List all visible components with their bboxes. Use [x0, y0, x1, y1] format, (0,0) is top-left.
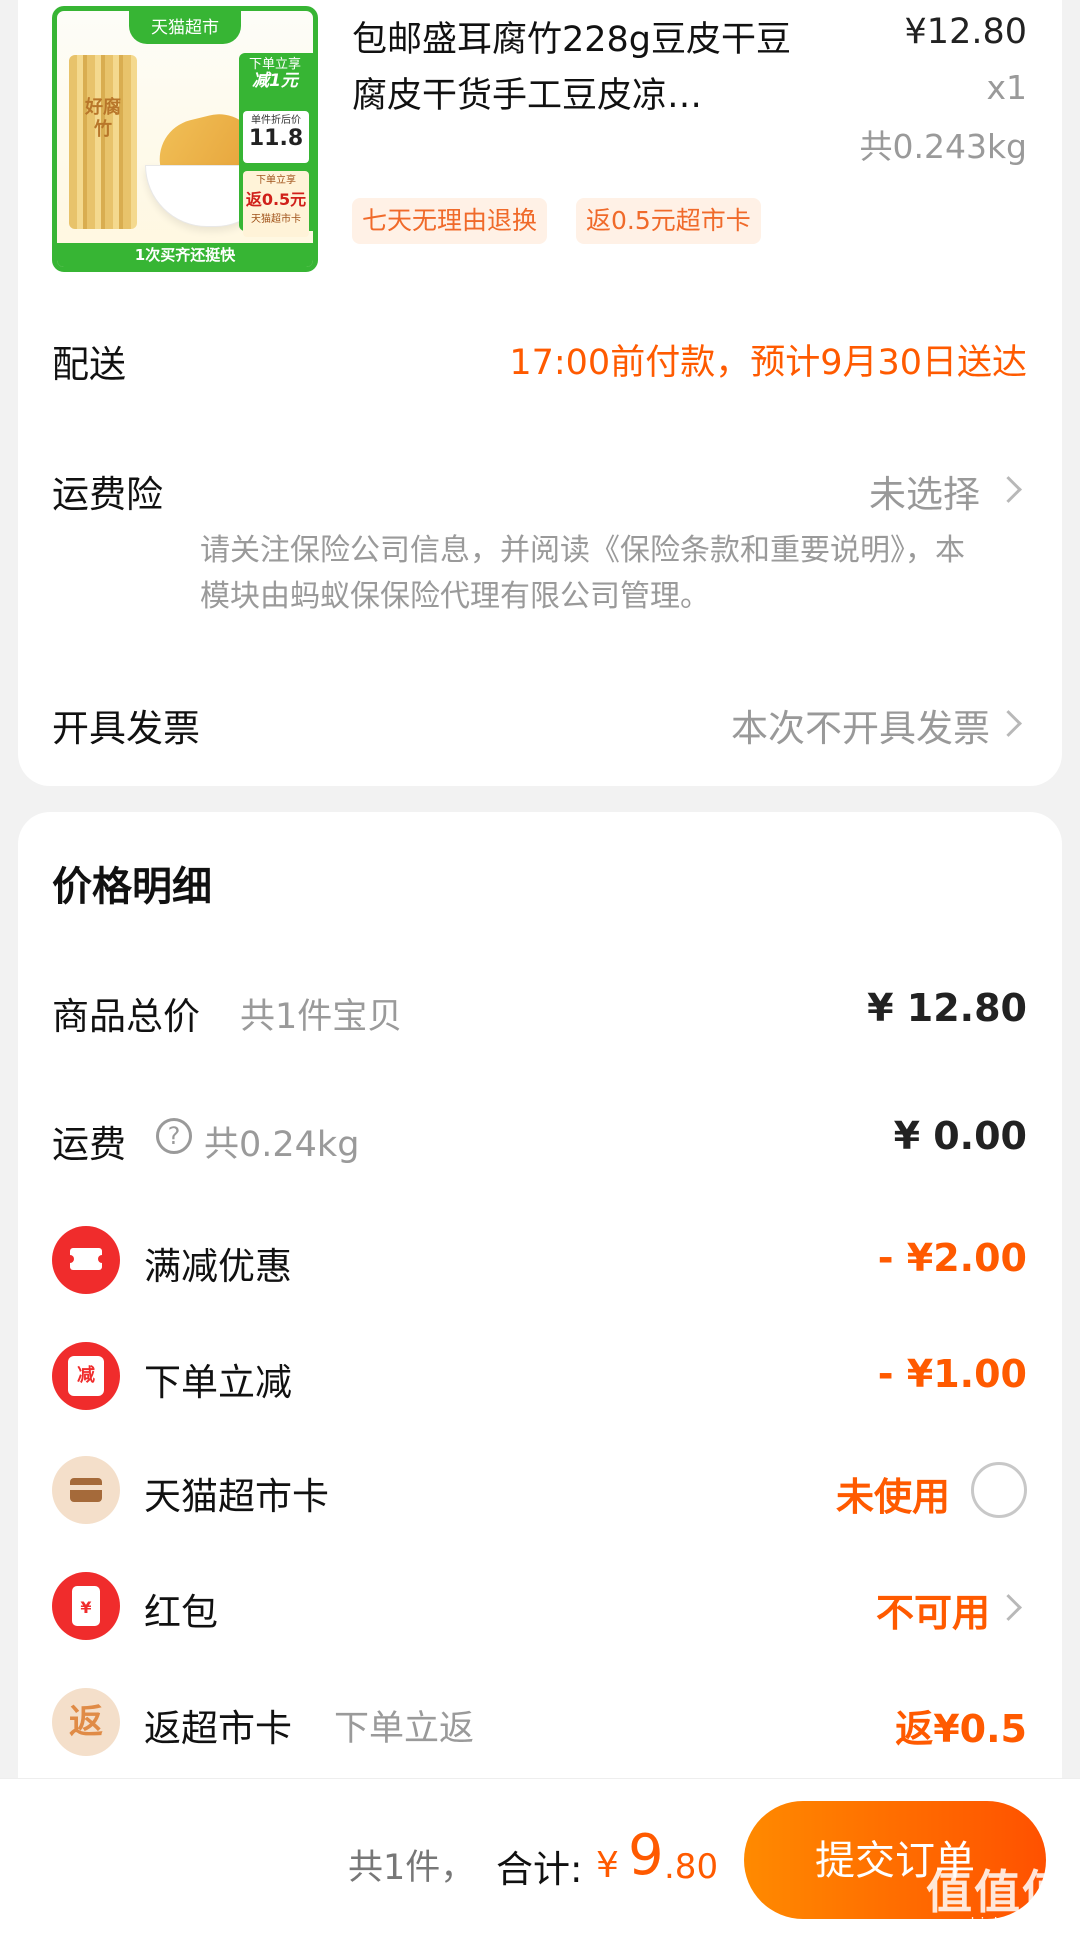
watermark-logo: 值值值 zhizhizhi.com: [926, 1856, 1070, 1932]
cashback-icon: 返: [52, 1688, 120, 1756]
image-promo-reduce-line2: 减1元: [252, 71, 298, 91]
cashback-value: 返¥0.5: [895, 1707, 1027, 1751]
shipping-fee-value: ¥ 0.00: [893, 1114, 1027, 1158]
help-icon[interactable]: ?: [156, 1118, 192, 1154]
total-amount-integer: 9: [628, 1823, 664, 1888]
image-cashback-promo: 下单立享 返0.5元 天猫超市卡: [243, 171, 309, 237]
invoice-value[interactable]: 本次不开具发票: [731, 698, 990, 752]
coupon-icon: [52, 1226, 120, 1294]
red-packet-glyph: ¥: [72, 1586, 100, 1626]
red-packet-status[interactable]: 不可用: [876, 1582, 990, 1637]
image-stick-text: 好腐竹: [85, 97, 121, 140]
tmall-supermarket-badge: 天猫超市: [129, 11, 241, 44]
goods-total-label: 商品总价: [52, 995, 200, 1038]
image-cashback-line3: 天猫超市卡: [251, 214, 301, 225]
card-icon: [52, 1456, 120, 1524]
shipping-insurance-value[interactable]: 未选择: [869, 464, 980, 518]
total-label: 合计:: [496, 1848, 583, 1891]
market-card-radio[interactable]: [971, 1462, 1027, 1518]
full-reduction-label: 满减优惠: [144, 1245, 292, 1288]
cashback-sub: 下单立返: [334, 1709, 475, 1749]
insurance-note[interactable]: 请关注保险公司信息，并阅读《保险条款和重要说明》，本模块由蚂蚁保保险代理有限公司…: [200, 528, 990, 620]
tofu-skin-sticks-graphic: [69, 55, 137, 229]
market-card-label: 天猫超市卡: [144, 1475, 329, 1518]
price-detail-title: 价格明细: [52, 864, 212, 910]
delivery-estimate: 17:00前付款，预计9月30日送达: [509, 343, 1027, 383]
product-title[interactable]: 包邮盛耳腐竹228g豆皮干豆腐皮干货手工豆皮凉…: [352, 12, 822, 124]
product-weight: 共0.243kg: [859, 127, 1027, 166]
market-card-status[interactable]: 未使用: [836, 1466, 950, 1521]
order-reduction-label: 下单立减: [144, 1361, 292, 1404]
image-bottom-slogan: 1次买齐还挺快: [57, 243, 313, 267]
return-policy-tag: 七天无理由退换: [352, 198, 548, 244]
shipping-insurance-label: 运费险: [52, 473, 163, 516]
product-quantity: x1: [986, 68, 1027, 107]
watermark-main: 值值值: [926, 1865, 1070, 1919]
goods-total-value: ¥ 12.80: [867, 986, 1027, 1030]
image-discount-price: 单件折后价 11.8: [243, 111, 309, 163]
image-discount-price-value: 11.8: [248, 126, 304, 151]
red-packet-label: 红包: [144, 1591, 218, 1634]
cashback-tag: 返0.5元超市卡: [576, 198, 761, 244]
image-cashback-line1: 下单立享: [256, 175, 296, 186]
card-glyph: [70, 1478, 102, 1502]
checkout-bar: 共1件， 合计: ¥ 9 .80 提交订单: [0, 1778, 1080, 1940]
coupon-ticket-shape: [66, 1248, 106, 1270]
shipping-fee-label: 运费: [52, 1123, 126, 1166]
product-image[interactable]: 天猫超市 好腐竹 下单立享 减1元 单件折后价 11.8 下单立享 返0.5元 …: [52, 6, 318, 272]
full-reduction-value: - ¥2.00: [877, 1236, 1027, 1280]
delivery-label: 配送: [52, 343, 126, 386]
instant-discount-icon: 减: [52, 1342, 120, 1410]
shipping-weight: 共0.24kg: [204, 1125, 360, 1165]
red-packet-icon: ¥: [52, 1572, 120, 1640]
item-count: 共1件，: [348, 1848, 476, 1888]
product-price: ¥12.80: [904, 12, 1027, 52]
cashback-label: 返超市卡: [144, 1707, 292, 1750]
image-cashback-line2: 返0.5元: [245, 190, 307, 209]
order-reduction-value: - ¥1.00: [877, 1352, 1027, 1396]
invoice-label: 开具发票: [52, 707, 200, 750]
total-amount-decimal: .80: [664, 1847, 719, 1887]
instant-discount-glyph: 减: [68, 1356, 104, 1396]
image-promo-reduce: 下单立享 减1元: [243, 57, 307, 91]
image-discount-price-label: 单件折后价: [251, 115, 301, 126]
image-promo-reduce-line1: 下单立享: [248, 57, 301, 72]
goods-total-count: 共1件宝贝: [240, 997, 403, 1037]
total-currency: ¥: [596, 1845, 619, 1886]
